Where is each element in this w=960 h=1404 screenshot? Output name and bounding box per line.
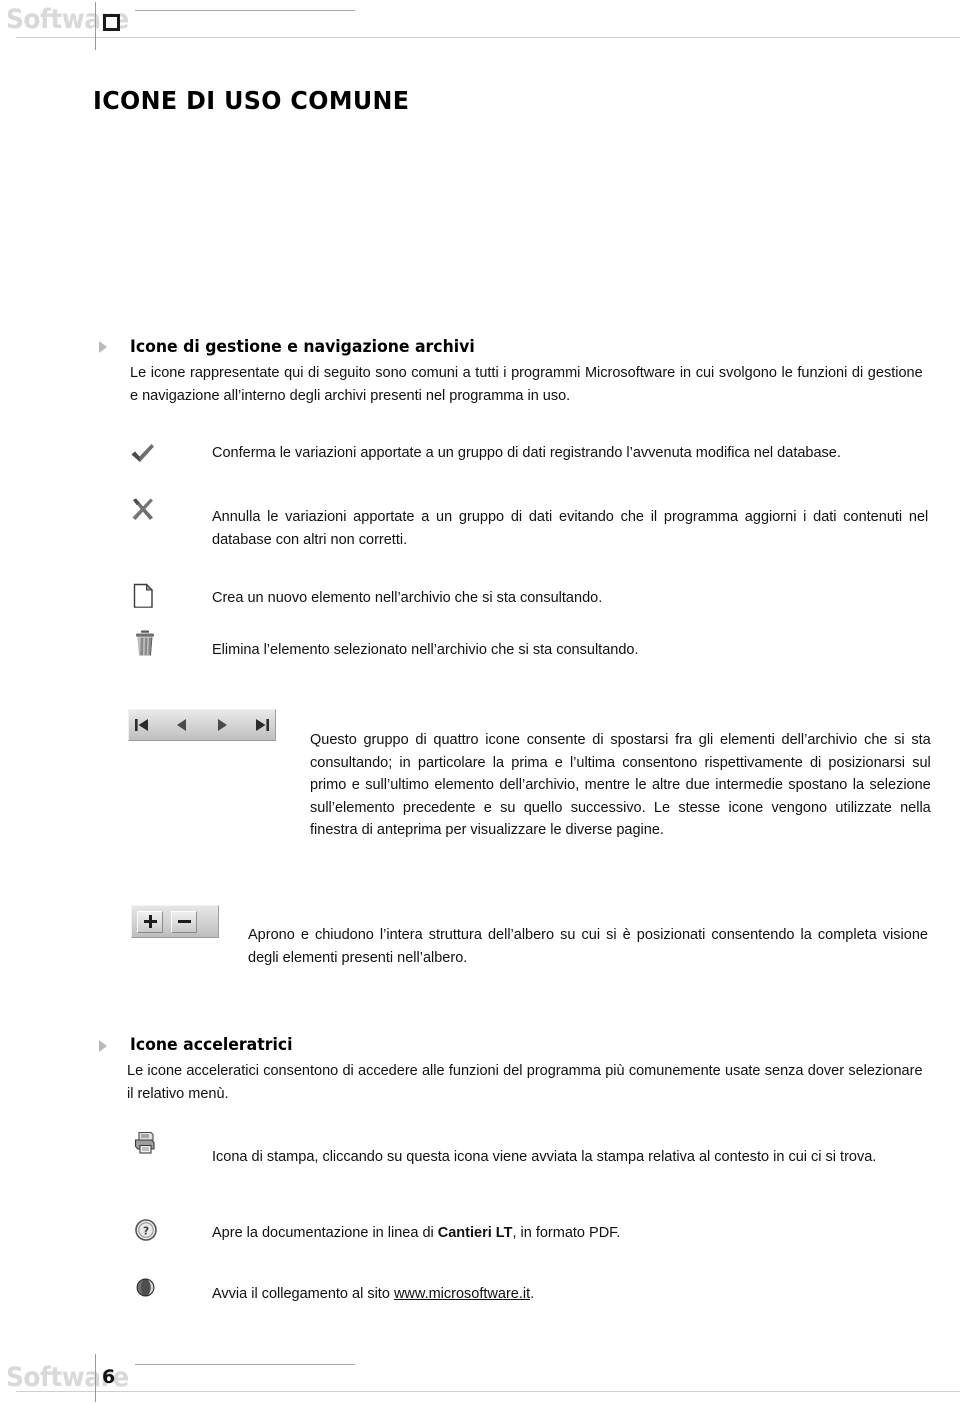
header-rule-top [135,10,355,11]
entry-text-annulla: Annulla le variazioni apportate a un gru… [212,508,929,548]
entry-text-albero: Aprono e chiudono l’intera struttura del… [248,926,928,966]
svg-text:?: ? [143,1226,149,1238]
entry-text-crea: Crea un nuovo elemento nell’archivio che… [212,589,603,606]
page-number: 6 [102,1366,116,1388]
web-text-before: Avvia il collegamento al sito [212,1285,394,1302]
entry-text-navigazione: Questo gruppo di quattro icone consente … [310,731,931,838]
page-header: Software [0,0,960,50]
entry-text-elimina: Elimina l’elemento selezionato nell’arch… [212,641,639,658]
section-intro-gestione: Le icone rappresentate qui di seguito so… [130,364,923,404]
footer-rule-top [135,1364,355,1365]
product-name: Cantieri LT [437,1224,513,1241]
globe-icon [134,1275,158,1299]
header-vertical-divider [95,2,96,50]
entry-text-conferma: Conferma le variazioni apportate a un gr… [212,444,841,461]
last-record-button[interactable] [249,713,275,737]
previous-record-button[interactable] [169,713,195,737]
entry-text-documentazione: Apre la documentazione in linea di Canti… [212,1222,928,1245]
bullet-arrow-icon-2 [99,1040,107,1052]
square-icon [103,14,120,31]
section-heading-gestione: Icone di gestione e navigazione archivi [130,337,475,356]
minus-icon [177,915,191,928]
plus-icon [143,915,157,928]
doc-text-before: Apre la documentazione in linea di [212,1224,438,1241]
header-rule-bottom [16,37,960,38]
cancel-x-icon [129,497,157,523]
printer-icon [133,1131,157,1155]
expand-all-button[interactable] [137,910,163,933]
entry-text-sito: Avvia il collegamento al sito www.micros… [212,1283,928,1306]
collapse-all-button[interactable] [171,910,197,933]
help-icon: ? [134,1218,158,1242]
record-navigation-group[interactable] [128,709,276,741]
web-text-after: . [530,1285,535,1302]
next-record-button[interactable] [209,713,235,737]
footer-vertical-divider [95,1354,96,1402]
trash-icon [134,630,156,657]
section-heading-acceleratrici: Icone acceleratrici [130,1035,293,1054]
bullet-arrow-icon [99,341,107,353]
website-link[interactable]: www.microsoftware.it [394,1285,530,1302]
new-document-icon [133,583,155,609]
first-record-button[interactable] [129,713,155,737]
page-footer: Software 6 [0,1352,960,1404]
section-intro-acceleratrici: Le icone acceleratici consentono di acce… [127,1062,923,1102]
entry-text-stampa: Icona di stampa, cliccando su questa ico… [212,1148,877,1165]
checkmark-icon [129,442,157,466]
expand-collapse-group[interactable] [131,905,219,938]
footer-rule-bottom [16,1391,960,1392]
doc-text-after: , in formato PDF. [512,1224,621,1241]
page-title: ICONE DI USO COMUNE [93,86,410,115]
